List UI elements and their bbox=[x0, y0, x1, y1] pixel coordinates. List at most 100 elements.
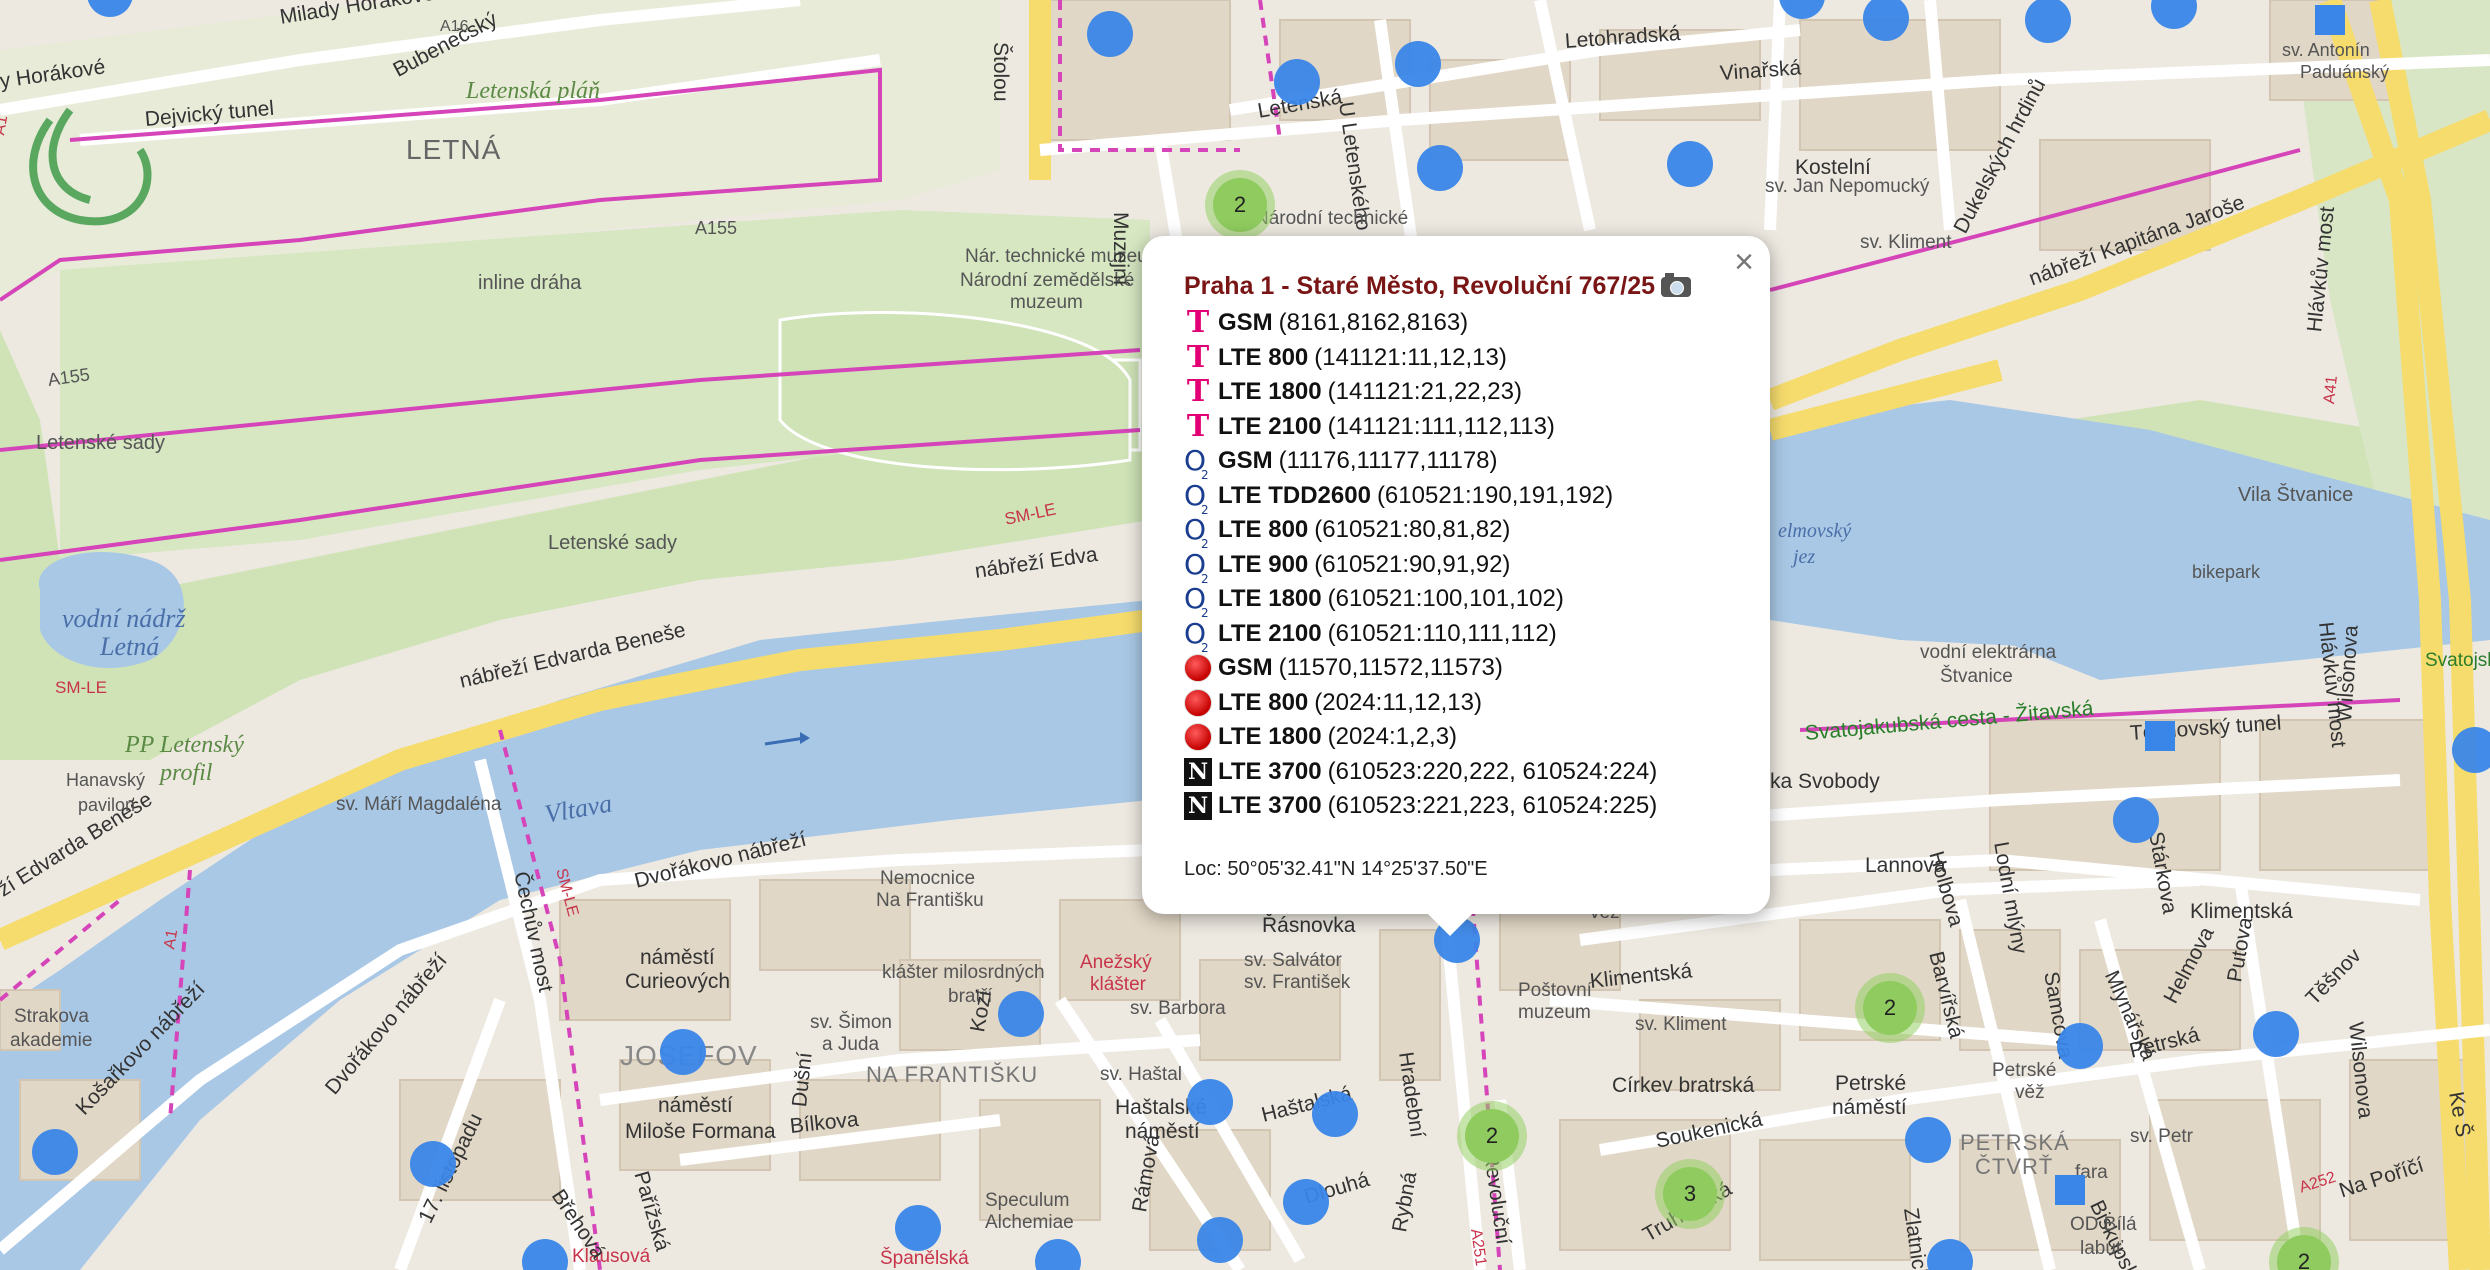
popup-location: Loc: 50°05'32.41"N 14°25'37.50"E bbox=[1184, 858, 1488, 880]
label-anezsky: Anežský bbox=[1080, 952, 1152, 973]
popup-title[interactable]: Praha 1 - Staré Město, Revoluční 767/25 bbox=[1184, 272, 1692, 301]
cell-technology: LTE 1800 bbox=[1218, 585, 1322, 613]
label-ctvrt: ČTVRŤ bbox=[1975, 1154, 2054, 1179]
o2-icon: O2 bbox=[1184, 481, 1212, 517]
label-helmovsky: elmovský bbox=[1778, 520, 1852, 542]
label-stolou: Štolou bbox=[989, 42, 1012, 102]
cell-ids: (141121:21,22,23) bbox=[1327, 378, 1522, 406]
cell-ids: (610521:100,101,102) bbox=[1327, 585, 1564, 613]
camera-icon[interactable] bbox=[1661, 273, 1692, 298]
label-hanavsky: Hanavský bbox=[66, 770, 146, 790]
marker-cluster[interactable]: 2 bbox=[1205, 170, 1275, 240]
label-narodni-technicke: Národní technické bbox=[1255, 208, 1409, 229]
popup-title-text[interactable]: Praha 1 - Staré Město, Revoluční 767/25 bbox=[1184, 272, 1655, 300]
label-klaster: klášter bbox=[1090, 974, 1146, 995]
site-marker[interactable] bbox=[1667, 141, 1713, 187]
label-a-juda: a Juda bbox=[822, 1034, 880, 1055]
label-strakova: Strakova bbox=[14, 1006, 89, 1027]
label-sv-mari-magdalena: sv. Máří Magdaléna bbox=[336, 794, 502, 815]
site-marker[interactable] bbox=[32, 1129, 78, 1175]
cell-row: O 2 LTE 800 (610521:80,81,82) bbox=[1184, 513, 1657, 552]
label-vila-stvanice: Vila Štvanice bbox=[2238, 484, 2354, 506]
label-sv-hastal: sv. Haštal bbox=[1100, 1064, 1183, 1085]
site-marker[interactable] bbox=[1905, 1117, 1951, 1163]
cell-technology: LTE TDD2600 bbox=[1218, 481, 1371, 509]
site-marker[interactable] bbox=[2452, 727, 2490, 773]
cell-ids: (141121:111,112,113) bbox=[1327, 412, 1555, 440]
label-muzejni: Muzejní bbox=[1109, 212, 1132, 286]
label-stvanice: Štvanice bbox=[1940, 666, 2013, 687]
cluster-count: 2 bbox=[1465, 1109, 1519, 1163]
cluster-count: 3 bbox=[1663, 1167, 1717, 1221]
cell-row: T GSM (8161,8162,8163) bbox=[1184, 306, 1657, 341]
marker-cluster[interactable]: 2 bbox=[1457, 1101, 1527, 1171]
label-labut: labuť bbox=[2080, 1238, 2124, 1259]
cell-ids: (610521:190,191,192) bbox=[1376, 481, 1614, 509]
label-namesti-curie: náměstí bbox=[640, 946, 715, 969]
site-marker[interactable] bbox=[2113, 797, 2159, 843]
vodafone-icon bbox=[1184, 688, 1212, 717]
cell-row: N LTE 3700 (610523:220,222, 610524:224) bbox=[1184, 755, 1657, 790]
marker-cluster[interactable]: 3 bbox=[1655, 1159, 1725, 1229]
site-marker[interactable] bbox=[1395, 41, 1441, 87]
label-pp-letensky: PP Letenský bbox=[125, 732, 244, 758]
t-mobile-icon: T bbox=[1186, 339, 1210, 375]
marker-cluster[interactable]: 2 bbox=[1855, 973, 1925, 1043]
label-na-frantisku: NA FRANTIŠKU bbox=[866, 1062, 1039, 1087]
site-marker[interactable] bbox=[660, 1029, 706, 1075]
site-marker[interactable] bbox=[2253, 1011, 2299, 1057]
cell-technology: LTE 900 bbox=[1218, 550, 1309, 578]
site-marker[interactable] bbox=[1187, 1079, 1233, 1125]
label-spanelska: Španělská bbox=[880, 1248, 969, 1269]
label-petrske-vez: Petrské bbox=[1992, 1060, 2057, 1081]
cell-technology: GSM bbox=[1218, 447, 1273, 475]
cell-ids: (610521:90,91,92) bbox=[1314, 550, 1511, 578]
map-view[interactable]: Milady Horákové y Horákové Bubenečský De… bbox=[0, 0, 2490, 1270]
label-letna-water: Letná bbox=[100, 632, 160, 661]
site-marker[interactable] bbox=[2057, 1023, 2103, 1069]
cell-technology: LTE 800 bbox=[1218, 516, 1309, 544]
site-marker-square[interactable] bbox=[2145, 721, 2175, 751]
site-marker[interactable] bbox=[895, 1205, 941, 1251]
cell-row: N LTE 3700 (610523:221,223, 610524:225) bbox=[1184, 789, 1657, 824]
site-marker[interactable] bbox=[998, 991, 1044, 1037]
site-marker[interactable] bbox=[1087, 11, 1133, 57]
o2-icon: O2 bbox=[1184, 550, 1212, 586]
label-sv-petr: sv. Petr bbox=[2130, 1126, 2193, 1147]
site-marker[interactable] bbox=[1417, 145, 1463, 191]
label-letenske-sady-2: Letenské sady bbox=[548, 532, 677, 554]
cell-ids: (141121:11,12,13) bbox=[1314, 343, 1507, 371]
site-marker-square[interactable] bbox=[2315, 5, 2345, 35]
cell-row: LTE 1800 (2024:1,2,3) bbox=[1184, 720, 1657, 755]
nordic-telecom-icon: N bbox=[1184, 757, 1212, 786]
label-sv-kliment: sv. Kliment bbox=[1635, 1014, 1727, 1035]
close-popup-button[interactable]: × bbox=[1734, 242, 1754, 282]
site-marker[interactable] bbox=[1197, 1217, 1243, 1263]
cell-technology: GSM bbox=[1218, 309, 1273, 337]
label-sv-salvator: sv. Salvátor bbox=[1244, 950, 1342, 971]
o2-icon: O2 bbox=[1184, 516, 1212, 552]
site-marker[interactable] bbox=[1312, 1091, 1358, 1137]
label-svatojsk: Svatojsk bbox=[2425, 650, 2490, 671]
cell-row: T LTE 1800 (141121:21,22,23) bbox=[1184, 375, 1657, 410]
cell-row: O 2 LTE TDD2600 (610521:190,191,192) bbox=[1184, 479, 1657, 517]
cell-ids: (610521:80,81,82) bbox=[1314, 516, 1511, 544]
cell-technology: LTE 1800 bbox=[1218, 378, 1322, 406]
cluster-count: 2 bbox=[1863, 981, 1917, 1035]
label-a41: A41 bbox=[2321, 374, 2341, 405]
site-marker[interactable] bbox=[1283, 1179, 1329, 1225]
label-a1: A1 bbox=[161, 928, 182, 951]
label-na-frantisku-hospital: Na Františku bbox=[876, 890, 984, 911]
cell-technology: LTE 3700 bbox=[1218, 757, 1322, 785]
o2-icon: O2 bbox=[1184, 447, 1212, 483]
label-vez-2: věž bbox=[2015, 1082, 2045, 1103]
site-marker[interactable] bbox=[410, 1141, 456, 1187]
site-marker[interactable] bbox=[1274, 59, 1320, 105]
cell-ids: (2024:11,12,13) bbox=[1314, 688, 1482, 716]
cell-row: O 2 LTE 1800 (610521:100,101,102) bbox=[1184, 582, 1657, 621]
label-letenska-plan: Letenská pláň bbox=[466, 78, 600, 104]
site-marker-square[interactable] bbox=[2055, 1175, 2085, 1205]
label-a155: A155 bbox=[695, 218, 738, 238]
label-a16: A16 bbox=[440, 18, 469, 35]
cell-technology: LTE 3700 bbox=[1218, 792, 1322, 820]
